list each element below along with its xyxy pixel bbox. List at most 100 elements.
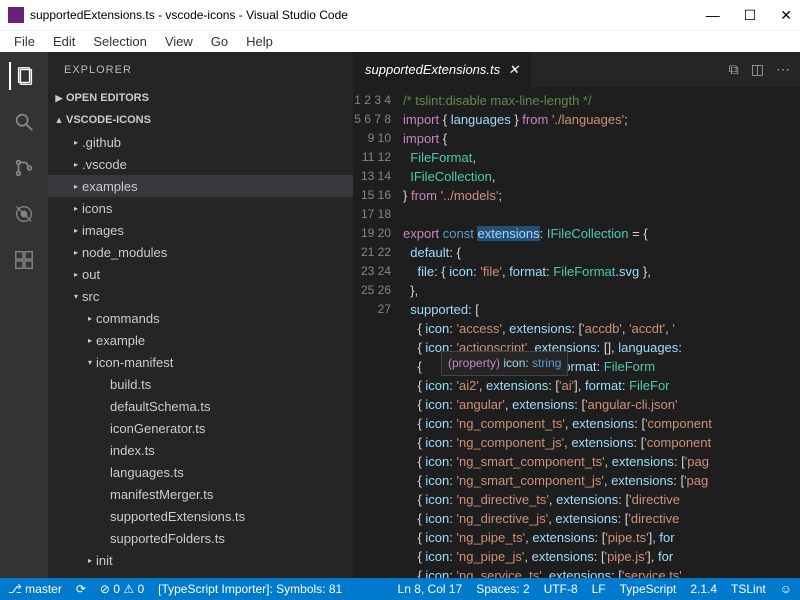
menu-view[interactable]: View — [157, 32, 201, 51]
tslint[interactable]: TSLint — [731, 582, 766, 596]
split-right-icon[interactable]: ⧉ — [729, 61, 739, 78]
sidebar: EXPLORER ▶OPEN EDITORS ▲VSCODE-ICONS ▸.g… — [48, 52, 353, 578]
indentation[interactable]: Spaces: 2 — [476, 582, 529, 596]
code-editor[interactable]: 1 2 3 4 5 6 7 8 9 10 11 12 13 14 15 16 1… — [353, 87, 800, 578]
search-icon[interactable] — [10, 108, 38, 136]
tree-item-example[interactable]: ▸example — [48, 329, 353, 351]
tree-item-init[interactable]: ▸init — [48, 549, 353, 571]
tree-item-label: node_modules — [82, 245, 167, 260]
tree-item-defaultSchema-ts[interactable]: defaultSchema.ts — [48, 395, 353, 417]
chevron-icon: ▸ — [70, 160, 82, 169]
extensions-icon[interactable] — [10, 246, 38, 274]
chevron-icon: ▸ — [84, 314, 96, 323]
ts-version[interactable]: 2.1.4 — [690, 582, 717, 596]
menu-file[interactable]: File — [6, 32, 43, 51]
vscode-logo-icon — [8, 7, 24, 23]
chevron-icon: ▸ — [84, 336, 96, 345]
line-gutter: 1 2 3 4 5 6 7 8 9 10 11 12 13 14 15 16 1… — [353, 87, 403, 578]
chevron-icon: ▸ — [70, 204, 82, 213]
sidebar-title: EXPLORER — [48, 52, 353, 87]
tree-item-supportedExtensions-ts[interactable]: supportedExtensions.ts — [48, 505, 353, 527]
tree-item-label: supportedExtensions.ts — [110, 509, 245, 524]
window-title: supportedExtensions.ts - vscode-icons - … — [30, 8, 348, 22]
tree-item-node_modules[interactable]: ▸node_modules — [48, 241, 353, 263]
tree-item-label: commands — [96, 311, 160, 326]
tree-item-label: iconGenerator.ts — [110, 421, 205, 436]
file-tree: ▸.github▸.vscode▸examples▸icons▸images▸n… — [48, 131, 353, 578]
explorer-icon[interactable] — [9, 62, 37, 90]
tree-item-images[interactable]: ▸images — [48, 219, 353, 241]
tree-item-label: icon-manifest — [96, 355, 173, 370]
tree-item-label: icons — [82, 201, 112, 216]
tree-item-label: out — [82, 267, 100, 282]
tree-item-label: supportedFolders.ts — [110, 531, 225, 546]
tab-supportedextensions[interactable]: supportedExtensions.ts ✕ — [353, 52, 531, 87]
titlebar: supportedExtensions.ts - vscode-icons - … — [0, 0, 800, 30]
tree-item-label: example — [96, 333, 145, 348]
tree-item-label: .vscode — [82, 157, 127, 172]
tree-item-label: defaultSchema.ts — [110, 399, 210, 414]
sync-icon[interactable]: ⟳ — [76, 582, 86, 596]
tree-item-label: images — [82, 223, 124, 238]
tree-item-supportedFolders-ts[interactable]: supportedFolders.ts — [48, 527, 353, 549]
git-branch[interactable]: ⎇ master — [8, 582, 62, 596]
project-section[interactable]: ▲VSCODE-ICONS — [48, 109, 353, 131]
tree-item-label: .github — [82, 135, 121, 150]
statusbar: ⎇ master ⟳ ⊘ 0 ⚠ 0 [TypeScript Importer]… — [0, 578, 800, 600]
tree-item-label: languages.ts — [110, 465, 184, 480]
tree-item-icons[interactable]: ▸icons — [48, 197, 353, 219]
chevron-icon: ▸ — [84, 556, 96, 565]
chevron-icon: ▸ — [70, 182, 82, 191]
chevron-icon: ▸ — [70, 226, 82, 235]
errors[interactable]: ⊘ 0 ⚠ 0 — [100, 582, 144, 596]
minimize-button[interactable]: — — [706, 7, 720, 24]
hover-hint: (property) icon: string — [441, 351, 568, 376]
menu-go[interactable]: Go — [203, 32, 236, 51]
feedback-icon[interactable]: ☺ — [780, 582, 792, 596]
tree-item--github[interactable]: ▸.github — [48, 131, 353, 153]
tree-item-examples[interactable]: ▸examples — [48, 175, 353, 197]
tab-actions: ⧉ ◫ ⋯ — [729, 61, 800, 78]
source-control-icon[interactable] — [10, 154, 38, 182]
tree-item-src[interactable]: ▾src — [48, 285, 353, 307]
encoding[interactable]: UTF-8 — [544, 582, 578, 596]
close-button[interactable]: ✕ — [780, 7, 792, 24]
code-content[interactable]: /* tslint:disable max-line-length */ imp… — [403, 87, 800, 578]
window-controls: — ☐ ✕ — [706, 7, 792, 24]
editor-area: supportedExtensions.ts ✕ ⧉ ◫ ⋯ 1 2 3 4 5… — [353, 52, 800, 578]
tree-item-label: examples — [82, 179, 138, 194]
language-mode[interactable]: TypeScript — [620, 582, 677, 596]
tree-item-label: index.ts — [110, 443, 155, 458]
tree-item-icon-manifest[interactable]: ▾icon-manifest — [48, 351, 353, 373]
split-editor-icon[interactable]: ◫ — [751, 61, 764, 78]
tree-item-commands[interactable]: ▸commands — [48, 307, 353, 329]
tree-item-out[interactable]: ▸out — [48, 263, 353, 285]
menu-help[interactable]: Help — [238, 32, 281, 51]
chevron-icon: ▸ — [70, 138, 82, 147]
eol[interactable]: LF — [592, 582, 606, 596]
chevron-icon: ▾ — [84, 358, 96, 367]
tree-item-languages-ts[interactable]: languages.ts — [48, 461, 353, 483]
tree-item-label: init — [96, 553, 113, 568]
tree-item--vscode[interactable]: ▸.vscode — [48, 153, 353, 175]
tab-label: supportedExtensions.ts — [365, 62, 500, 77]
tree-item-label: build.ts — [110, 377, 151, 392]
maximize-button[interactable]: ☐ — [744, 7, 757, 24]
more-icon[interactable]: ⋯ — [776, 61, 790, 78]
chevron-icon: ▾ — [70, 292, 82, 301]
tree-item-build-ts[interactable]: build.ts — [48, 373, 353, 395]
open-editors-section[interactable]: ▶OPEN EDITORS — [48, 87, 353, 109]
tree-item-index-ts[interactable]: index.ts — [48, 439, 353, 461]
tree-item-iconGenerator-ts[interactable]: iconGenerator.ts — [48, 417, 353, 439]
tree-item-manifestMerger-ts[interactable]: manifestMerger.ts — [48, 483, 353, 505]
menu-selection[interactable]: Selection — [85, 32, 154, 51]
tab-close-icon[interactable]: ✕ — [508, 62, 519, 78]
debug-icon[interactable] — [10, 200, 38, 228]
menubar: File Edit Selection View Go Help — [0, 30, 800, 52]
chevron-icon: ▸ — [70, 270, 82, 279]
menu-edit[interactable]: Edit — [45, 32, 83, 51]
activitybar — [0, 52, 48, 578]
cursor-position[interactable]: Ln 8, Col 17 — [398, 582, 463, 596]
chevron-icon: ▸ — [70, 248, 82, 257]
ts-importer[interactable]: [TypeScript Importer]: Symbols: 81 — [158, 582, 342, 596]
